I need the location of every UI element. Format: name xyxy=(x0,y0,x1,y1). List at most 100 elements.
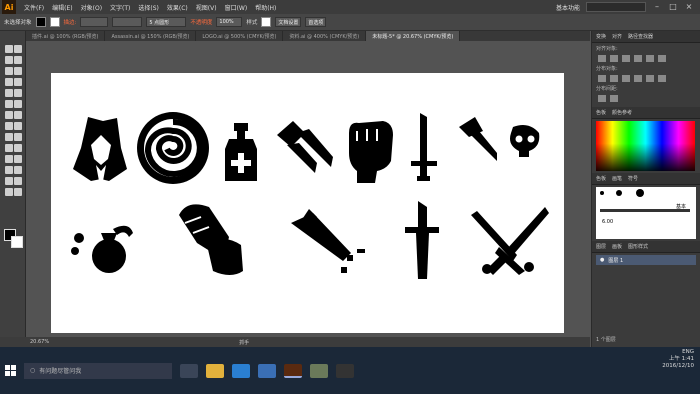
distribute-left-icon[interactable] xyxy=(634,75,642,82)
menu-view[interactable]: 视图(V) xyxy=(196,3,217,12)
width-tool-icon[interactable] xyxy=(5,122,13,130)
tab-plugin[interactable]: 插件.ai @ 100% (RGB/预览) xyxy=(26,31,106,41)
tab-swatches[interactable]: 色板 xyxy=(596,109,606,116)
layer-row[interactable]: ● 图层 1 xyxy=(596,255,696,265)
paintbrush-tool-icon[interactable] xyxy=(14,89,22,97)
brush-library[interactable]: 6.00 基本 xyxy=(596,187,696,239)
perspective-grid-tool-icon[interactable] xyxy=(14,133,22,141)
file-explorer-icon[interactable] xyxy=(206,363,224,378)
eraser-tool-icon[interactable] xyxy=(14,100,22,108)
illustrator-taskbar-icon[interactable] xyxy=(284,363,302,378)
double-dagger-icon[interactable] xyxy=(277,121,333,173)
coin-bag-icon[interactable] xyxy=(71,225,133,273)
mesh-tool-icon[interactable] xyxy=(5,144,13,152)
tab-color-guide[interactable]: 颜色参考 xyxy=(612,109,632,116)
minimize-button[interactable]: – xyxy=(652,2,662,12)
stroke-swatch[interactable] xyxy=(49,17,60,27)
align-left-icon[interactable] xyxy=(598,55,606,62)
align-right-icon[interactable] xyxy=(622,55,630,62)
align-top-icon[interactable] xyxy=(634,55,642,62)
brush-dot-icon[interactable] xyxy=(600,191,604,195)
medicine-bottle-icon[interactable] xyxy=(225,123,257,181)
selection-tool-icon[interactable] xyxy=(5,45,13,53)
brush-dot-icon[interactable] xyxy=(616,190,622,196)
magic-wand-tool-icon[interactable] xyxy=(5,56,13,64)
tab-symbols[interactable]: 符号 xyxy=(628,175,638,182)
task-view-icon[interactable] xyxy=(180,363,198,378)
blend-tool-icon[interactable] xyxy=(14,155,22,163)
workspace-switcher[interactable]: 基本功能 xyxy=(556,3,580,12)
free-transform-tool-icon[interactable] xyxy=(14,122,22,130)
tab-assassin[interactable]: Assassin.ai @ 150% (RGB/预览) xyxy=(105,31,197,41)
lasso-tool-icon[interactable] xyxy=(14,56,22,64)
crossed-swords-icon[interactable] xyxy=(471,207,549,275)
tab-layers[interactable]: 图层 xyxy=(596,243,606,250)
app2-taskbar-icon[interactable] xyxy=(336,363,354,378)
symbol-sprayer-tool-icon[interactable] xyxy=(5,166,13,174)
stroke-color-box[interactable] xyxy=(11,236,23,248)
menu-effect[interactable]: 效果(C) xyxy=(167,3,188,12)
short-sword-icon[interactable] xyxy=(411,113,437,181)
zoom-level[interactable]: 20.67% xyxy=(30,339,49,345)
distribute-hcenter-icon[interactable] xyxy=(646,75,654,82)
spacing-vertical-icon[interactable] xyxy=(598,95,606,102)
column-graph-tool-icon[interactable] xyxy=(14,166,22,174)
tab-align[interactable]: 对齐 xyxy=(612,33,622,40)
menu-edit[interactable]: 编辑(E) xyxy=(52,3,72,12)
tab-swatches-2[interactable]: 色板 xyxy=(596,175,606,182)
distribute-right-icon[interactable] xyxy=(658,75,666,82)
tab-transform[interactable]: 变换 xyxy=(596,33,606,40)
stacked-scrolls-icon[interactable] xyxy=(179,204,243,275)
menu-type[interactable]: 文字(T) xyxy=(110,3,130,12)
help-search-input[interactable] xyxy=(586,2,646,12)
broken-blade-icon[interactable] xyxy=(291,209,365,273)
gradient-tool-icon[interactable] xyxy=(14,144,22,152)
pen-tool-icon[interactable] xyxy=(5,67,13,75)
tab-resources[interactable]: 资料.ai @ 400% (CMYK/预览) xyxy=(283,31,367,41)
opacity-label[interactable]: 不透明度 xyxy=(190,18,212,26)
distribute-vcenter-icon[interactable] xyxy=(610,75,618,82)
document-setup-button[interactable]: 文档设置 xyxy=(275,17,302,27)
line-tool-icon[interactable] xyxy=(14,78,22,86)
raised-fist-icon[interactable] xyxy=(349,121,393,183)
cortana-search[interactable]: ○ 有问题尽管问我 xyxy=(24,362,172,379)
clock-date[interactable]: 2016/12/10 xyxy=(662,363,694,370)
rotate-tool-icon[interactable] xyxy=(5,111,13,119)
align-vcenter-icon[interactable] xyxy=(646,55,654,62)
edge-browser-icon[interactable] xyxy=(232,363,250,378)
tab-pathfinder[interactable]: 路径查找器 xyxy=(628,33,653,40)
spacing-horizontal-icon[interactable] xyxy=(610,95,618,102)
tab-logo[interactable]: LOGO.ai @ 500% (CMYK/预览) xyxy=(196,31,284,41)
tab-untitled-5[interactable]: 未标题-5* @ 20.67% (CMYK/预览) xyxy=(366,31,461,41)
artboard-tool-icon[interactable] xyxy=(5,177,13,185)
pencil-tool-icon[interactable] xyxy=(5,100,13,108)
align-bottom-icon[interactable] xyxy=(658,55,666,62)
dagger-and-skull-icon[interactable] xyxy=(459,117,540,161)
distribute-bottom-icon[interactable] xyxy=(622,75,630,82)
menu-select[interactable]: 选择(S) xyxy=(138,3,159,12)
type-tool-icon[interactable] xyxy=(5,78,13,86)
tab-brushes[interactable]: 画笔 xyxy=(612,175,622,182)
hand-tool-icon[interactable] xyxy=(5,188,13,196)
shape-builder-tool-icon[interactable] xyxy=(5,133,13,141)
maximize-button[interactable]: □ xyxy=(668,2,678,12)
menu-object[interactable]: 对象(O) xyxy=(81,3,102,12)
visibility-eye-icon[interactable]: ● xyxy=(600,257,604,263)
menu-window[interactable]: 窗口(W) xyxy=(225,3,248,12)
tab-artboards[interactable]: 画板 xyxy=(612,243,622,250)
variable-width-select[interactable] xyxy=(112,17,143,27)
brush-select[interactable]: 5 点圆形 xyxy=(146,17,187,27)
menu-help[interactable]: 帮助(H) xyxy=(255,3,276,12)
start-button[interactable] xyxy=(0,347,22,394)
tab-graphic-styles[interactable]: 图形样式 xyxy=(628,243,648,250)
rectangle-tool-icon[interactable] xyxy=(5,89,13,97)
direct-selection-tool-icon[interactable] xyxy=(14,45,22,53)
style-swatch[interactable] xyxy=(261,17,272,27)
layer-name[interactable]: 图层 1 xyxy=(608,257,623,264)
store-icon[interactable] xyxy=(258,363,276,378)
stroke-weight-select[interactable] xyxy=(80,17,109,27)
brush-dot-icon[interactable] xyxy=(636,189,644,197)
zoom-tool-icon[interactable] xyxy=(14,188,22,196)
eyedropper-tool-icon[interactable] xyxy=(5,155,13,163)
long-dagger-icon[interactable] xyxy=(405,201,439,279)
